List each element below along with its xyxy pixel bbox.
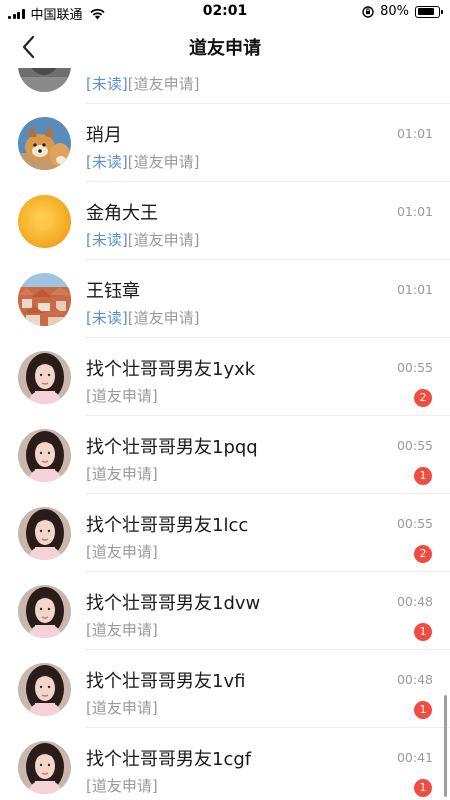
list-item[interactable]: 王钰章 01:01 [未读][道友申请] xyxy=(0,260,450,338)
request-tag: [道友申请] xyxy=(86,777,158,795)
message-time: 01:01 xyxy=(396,126,433,141)
avatar[interactable] xyxy=(18,507,71,560)
avatar[interactable] xyxy=(18,351,71,404)
message-time: 00:55 xyxy=(396,438,433,453)
list-item[interactable]: 找个壮哥哥男友1pqq 00:55 [道友申请] 1 xyxy=(0,416,450,494)
battery-percent: 80% xyxy=(380,4,409,19)
request-tag: [道友申请] xyxy=(127,309,200,327)
battery-icon xyxy=(415,5,443,18)
contact-name: 金角大王 xyxy=(86,203,158,224)
status-right: 80% xyxy=(362,4,443,19)
avatar[interactable] xyxy=(18,741,71,794)
unread-count-badge: 2 xyxy=(414,389,432,407)
request-tag: [道友申请] xyxy=(86,621,158,639)
orientation-lock-icon xyxy=(362,5,374,18)
message-preview: [未读][道友申请] xyxy=(86,229,199,250)
message-time: 01:01 xyxy=(396,282,433,297)
list-item[interactable]: 找个壮哥哥男友1yxk 00:55 [道友申请] 2 xyxy=(0,338,450,416)
message-time: 00:48 xyxy=(396,594,433,609)
message-preview: [道友申请] xyxy=(86,697,158,718)
contact-name: 找个壮哥哥男友1cgf xyxy=(86,749,252,770)
contact-name: 找个壮哥哥男友1dvw xyxy=(86,593,261,614)
page-title: 道友申请 xyxy=(189,38,261,59)
message-preview: [道友申请] xyxy=(86,541,158,562)
list-item[interactable]: [未读][道友申请] xyxy=(0,68,450,104)
contact-name: 琑月 xyxy=(86,125,122,146)
scrollbar[interactable] xyxy=(444,695,447,797)
list-item[interactable]: 找个壮哥哥男友1cgf 00:41 [道友申请] 1 xyxy=(0,728,450,800)
contact-name: 找个壮哥哥男友1lcc xyxy=(86,515,249,536)
unread-count-badge: 1 xyxy=(414,623,432,641)
avatar[interactable] xyxy=(18,117,71,170)
avatar[interactable] xyxy=(18,195,71,248)
message-preview: [道友申请] xyxy=(86,775,158,796)
request-tag: [道友申请] xyxy=(127,75,200,93)
request-list-inner: [未读][道友申请] 琑月 01:01 [未读][道友申请] 金角大王 01:01 [未读]… xyxy=(0,68,450,800)
message-preview: [道友申请] xyxy=(86,385,158,406)
unread-count-badge: 2 xyxy=(414,545,432,563)
message-time: 01:01 xyxy=(396,204,433,219)
list-item[interactable]: 找个壮哥哥男友1lcc 00:55 [道友申请] 2 xyxy=(0,494,450,572)
message-preview: [未读][道友申请] xyxy=(86,307,199,328)
contact-name: 找个壮哥哥男友1yxk xyxy=(86,359,256,380)
request-tag: [道友申请] xyxy=(86,543,158,561)
avatar[interactable] xyxy=(18,68,71,92)
list-item[interactable]: 琑月 01:01 [未读][道友申请] xyxy=(0,104,450,182)
message-preview: [未读][道友申请] xyxy=(86,73,199,94)
list-item[interactable]: 找个壮哥哥男友1dvw 00:48 [道友申请] 1 xyxy=(0,572,450,650)
unread-tag: [未读] xyxy=(86,309,128,327)
message-time: 00:55 xyxy=(396,360,433,375)
list-item[interactable]: 金角大王 01:01 [未读][道友申请] xyxy=(0,182,450,260)
unread-tag: [未读] xyxy=(86,231,128,249)
message-time: 00:55 xyxy=(396,516,433,531)
unread-tag: [未读] xyxy=(86,75,128,93)
avatar[interactable] xyxy=(18,663,71,716)
request-list[interactable]: [未读][道友申请] 琑月 01:01 [未读][道友申请] 金角大王 01:01 [未读]… xyxy=(0,68,450,800)
avatar[interactable] xyxy=(18,273,71,326)
avatar[interactable] xyxy=(18,585,71,638)
message-time: 00:48 xyxy=(396,672,433,687)
nav-bar: 道友申请 xyxy=(0,24,450,68)
message-preview: [道友申请] xyxy=(86,463,158,484)
list-item[interactable]: 找个壮哥哥男友1vfi 00:48 [道友申请] 1 xyxy=(0,650,450,728)
status-bar: 中国联通 02:01 80% xyxy=(0,0,450,24)
avatar[interactable] xyxy=(18,429,71,482)
request-tag: [道友申请] xyxy=(127,231,200,249)
request-tag: [道友申请] xyxy=(86,699,158,717)
request-tag: [道友申请] xyxy=(86,387,158,405)
unread-tag: [未读] xyxy=(86,153,128,171)
contact-name: 找个壮哥哥男友1vfi xyxy=(86,671,246,692)
request-tag: [道友申请] xyxy=(127,153,200,171)
request-tag: [道友申请] xyxy=(86,465,158,483)
battery-fill xyxy=(417,8,434,15)
message-time: 00:41 xyxy=(396,750,433,765)
unread-count-badge: 1 xyxy=(414,467,432,485)
message-preview: [未读][道友申请] xyxy=(86,151,199,172)
unread-count-badge: 1 xyxy=(414,779,432,797)
contact-name: 找个壮哥哥男友1pqq xyxy=(86,437,258,458)
unread-count-badge: 1 xyxy=(414,701,432,719)
message-preview: [道友申请] xyxy=(86,619,158,640)
contact-name: 王钰章 xyxy=(86,281,140,302)
